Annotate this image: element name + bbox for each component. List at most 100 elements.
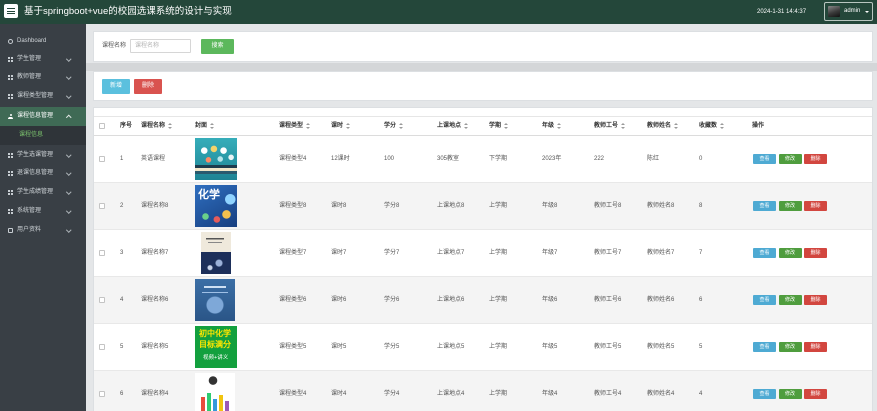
dashboard-icon: [8, 39, 13, 44]
batch-delete-button[interactable]: 删除: [134, 79, 162, 94]
grid-icon: [8, 209, 13, 214]
delete-button[interactable]: 删除: [804, 201, 827, 211]
row-checkbox[interactable]: [99, 344, 105, 350]
cell-index: 4: [120, 296, 124, 303]
sort-icon[interactable]: [168, 122, 173, 130]
sidebar-item-dashboard[interactable]: Dashboard: [0, 32, 86, 51]
sidebar-item-course-types[interactable]: 课程类型管理: [0, 87, 86, 106]
sort-icon[interactable]: [306, 122, 311, 130]
header-label: 课程类型: [279, 122, 304, 129]
table-row: 6 课程名称4 课程类型4 课时4 学分4 上课地点4 上学期 年级4 教师工号4 教师姓名4 4 查…: [94, 371, 872, 411]
row-checkbox[interactable]: [99, 250, 105, 256]
cell-location: 上课地点6: [437, 296, 465, 303]
cell-location: 上课地点8: [437, 202, 465, 209]
cell-course-type: 课程类型7: [279, 249, 307, 256]
header-cover[interactable]: 封面: [190, 117, 274, 135]
sort-icon[interactable]: [720, 122, 725, 130]
delete-button[interactable]: 删除: [804, 342, 827, 352]
chevron-down-icon: [66, 73, 72, 79]
cell-course-name: 课程名称8: [141, 202, 169, 209]
sidebar-item-course-drop[interactable]: 退课信息管理: [0, 164, 86, 183]
row-checkbox[interactable]: [99, 156, 105, 162]
sort-icon[interactable]: [464, 122, 469, 130]
header-semester[interactable]: 学期: [484, 117, 537, 135]
user-menu-button[interactable]: admin: [824, 2, 873, 21]
edit-button[interactable]: 修改: [778, 248, 802, 258]
cell-course-name: 课程名称7: [141, 249, 169, 256]
table-row: 4 课程名称6 课程类型6 课时6 学分6 上课地点6 上学期 年级6 教师工号6 教师姓名6 6 查…: [94, 277, 872, 324]
cell-credit: 学分7: [384, 249, 400, 256]
sort-icon[interactable]: [210, 122, 215, 130]
cell-index: 1: [120, 155, 124, 162]
header-hours[interactable]: 课时: [326, 117, 379, 135]
menu-toggle-button[interactable]: [4, 4, 18, 18]
header-course-type[interactable]: 课程类型: [274, 117, 326, 135]
delete-button[interactable]: 删除: [804, 295, 827, 305]
cover-image: [195, 279, 235, 321]
view-button[interactable]: 查看: [753, 201, 776, 211]
search-button[interactable]: 搜索: [201, 39, 234, 54]
cell-select: [94, 183, 115, 229]
edit-button[interactable]: 修改: [778, 342, 802, 352]
cover-image: 化学: [195, 185, 237, 227]
cover-image: [201, 232, 231, 274]
header-label: 教师工号: [594, 122, 619, 129]
header-label: 教师姓名: [647, 122, 672, 129]
header-course-name[interactable]: 课程名称: [136, 117, 190, 135]
cell-grade: 年级5: [542, 343, 558, 350]
sidebar-item-label: 课程类型管理: [17, 93, 54, 99]
sidebar-item-course-info-management[interactable]: 课程信息管理: [0, 107, 86, 126]
cell-index: 6: [120, 390, 124, 397]
panel-divider: [86, 63, 877, 71]
sidebar-item-students[interactable]: 学生管理: [0, 50, 86, 69]
cell-location: 上课地点5: [437, 343, 465, 350]
row-checkbox[interactable]: [99, 391, 105, 397]
delete-button[interactable]: 删除: [804, 389, 827, 399]
sidebar-item-profile[interactable]: 用户资料: [0, 221, 86, 240]
select-all-checkbox[interactable]: [99, 123, 105, 129]
sort-icon[interactable]: [346, 122, 351, 130]
header-location[interactable]: 上课地点: [432, 117, 484, 135]
cell-teacher-id: 教师工号7: [594, 249, 622, 256]
view-button[interactable]: 查看: [753, 295, 776, 305]
sidebar-subitem-course-info[interactable]: 课程信息: [0, 126, 86, 145]
view-button[interactable]: 查看: [753, 389, 776, 399]
view-button[interactable]: 查看: [753, 342, 776, 352]
grid-icon: [8, 75, 13, 80]
sidebar-item-teachers[interactable]: 教师管理: [0, 68, 86, 87]
search-label: 课程名称: [102, 43, 127, 49]
sidebar-item-course-selection[interactable]: 学生选课管理: [0, 146, 86, 165]
table-row: 5 课程名称5 初中化学 目标满分 视频+讲义 课程类型5 课时5 学分5 上课地点5 上学期 年级…: [94, 324, 872, 371]
course-name-search-input[interactable]: [130, 39, 191, 53]
sort-icon[interactable]: [504, 122, 509, 130]
edit-button[interactable]: 修改: [778, 295, 802, 305]
row-checkbox[interactable]: [99, 203, 105, 209]
header-credit[interactable]: 学分: [379, 117, 432, 135]
sidebar-item-grades[interactable]: 学生成绩管理: [0, 183, 86, 202]
sort-icon[interactable]: [674, 122, 679, 130]
header-teacher-name[interactable]: 教师姓名: [642, 117, 694, 135]
cover-text: 目标满分: [199, 340, 231, 349]
view-button[interactable]: 查看: [753, 248, 776, 258]
header-favorites[interactable]: 收藏数: [694, 117, 747, 135]
sort-icon[interactable]: [621, 122, 626, 130]
header-teacher-id[interactable]: 教师工号: [589, 117, 642, 135]
cell-index: 5: [120, 343, 124, 350]
sort-icon[interactable]: [557, 122, 562, 130]
header-grade[interactable]: 年级: [537, 117, 589, 135]
delete-button[interactable]: 删除: [804, 248, 827, 258]
edit-button[interactable]: 修改: [778, 389, 802, 399]
cell-cover: 化学: [190, 183, 274, 229]
edit-button[interactable]: 修改: [778, 154, 802, 164]
row-checkbox[interactable]: [99, 297, 105, 303]
edit-button[interactable]: 修改: [778, 201, 802, 211]
cell-favorites: 8: [699, 202, 703, 209]
cell-credit: 100: [384, 155, 395, 162]
view-button[interactable]: 查看: [753, 154, 776, 164]
add-button[interactable]: 新增: [102, 79, 130, 94]
sidebar-item-system[interactable]: 系统管理: [0, 202, 86, 221]
chevron-down-icon: [66, 207, 72, 213]
delete-button[interactable]: 删除: [804, 154, 827, 164]
cover-text: 化学: [198, 189, 220, 201]
sort-icon[interactable]: [399, 122, 404, 130]
